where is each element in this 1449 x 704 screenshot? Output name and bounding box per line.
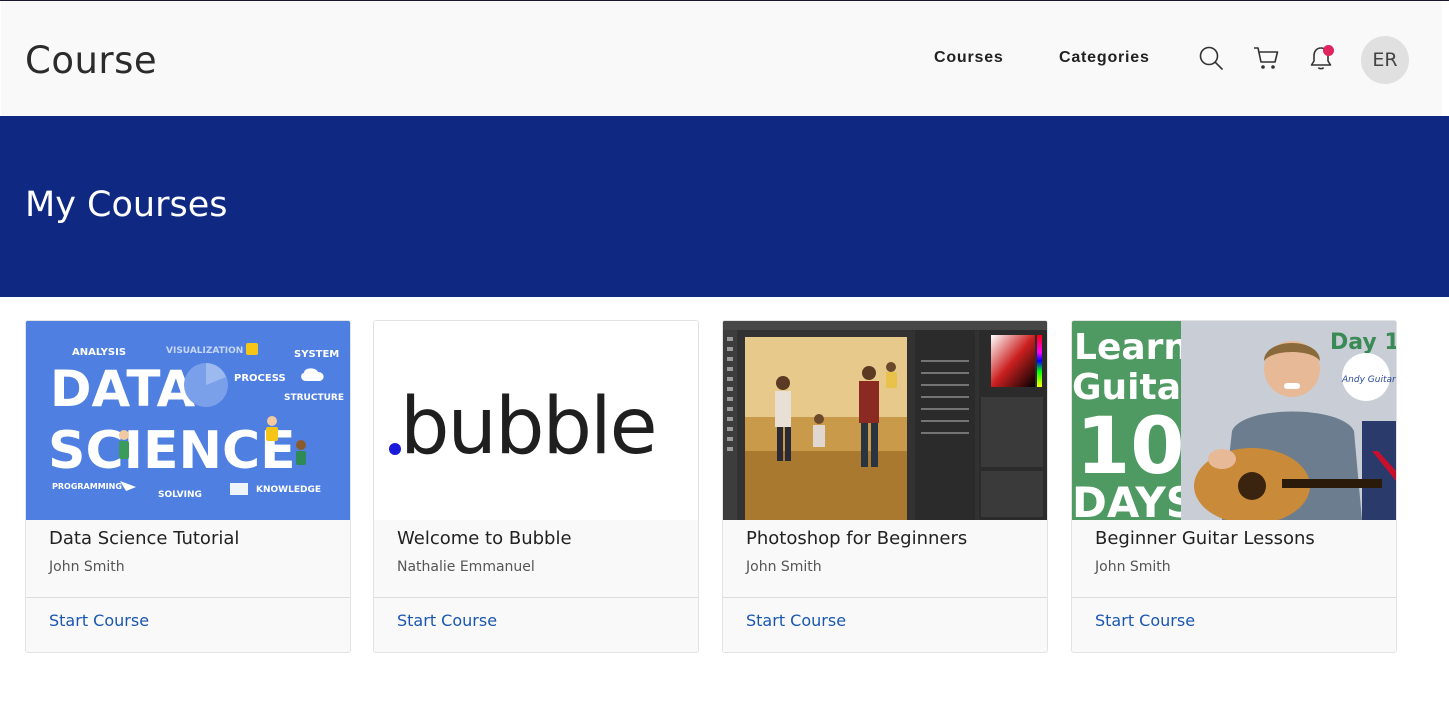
tag-analysis: ANALYSIS xyxy=(72,347,126,358)
tag-system: SYSTEM xyxy=(294,349,339,360)
nav-categories[interactable]: Categories xyxy=(1059,49,1150,67)
course-card[interactable]: bubble Welcome to Bubble Nathalie Emmanu… xyxy=(373,320,699,653)
tag-visualization: VISUALIZATION xyxy=(166,346,243,356)
page-title: My Courses xyxy=(25,185,228,225)
card-divider xyxy=(374,597,698,598)
data-science-illustration: ANALYSIS VISUALIZATION SYSTEM PROCESS ST… xyxy=(26,321,350,520)
thumb-headline-1: DATA xyxy=(50,360,196,418)
nav-courses[interactable]: Courses xyxy=(934,49,1004,67)
page-banner: My Courses xyxy=(0,116,1449,297)
card-divider xyxy=(1072,597,1396,598)
course-thumbnail[interactable]: Learn Guitar 10 DAYS Day 1 Andy Guitar xyxy=(1072,321,1396,520)
bubble-wordmark: bubble xyxy=(400,382,656,472)
cart-icon[interactable] xyxy=(1253,45,1279,71)
course-title[interactable]: Welcome to Bubble xyxy=(397,528,572,549)
bubble-logo: bubble xyxy=(374,321,698,520)
search-icon[interactable] xyxy=(1198,45,1224,71)
course-author: John Smith xyxy=(746,559,822,575)
thumb-line-days: DAYS xyxy=(1072,478,1196,520)
card-divider xyxy=(723,597,1047,598)
start-course-button[interactable]: Start Course xyxy=(397,611,497,630)
brand-logo[interactable]: Course xyxy=(25,39,157,82)
course-title[interactable]: Data Science Tutorial xyxy=(49,528,239,549)
photoshop-screenshot xyxy=(723,321,1047,520)
start-course-button[interactable]: Start Course xyxy=(1095,611,1195,630)
course-author: John Smith xyxy=(49,559,125,575)
course-title[interactable]: Photoshop for Beginners xyxy=(746,528,967,549)
course-card[interactable]: Learn Guitar 10 DAYS Day 1 Andy Guitar B… xyxy=(1071,320,1397,653)
course-author: John Smith xyxy=(1095,559,1171,575)
course-author: Nathalie Emmanuel xyxy=(397,559,535,575)
tag-process: PROCESS xyxy=(234,373,286,384)
andy-guitar-logo: Andy Guitar xyxy=(1341,375,1396,385)
start-course-button[interactable]: Start Course xyxy=(746,611,846,630)
notification-badge xyxy=(1323,45,1334,56)
course-thumbnail[interactable] xyxy=(723,321,1047,520)
avatar[interactable]: ER xyxy=(1361,36,1409,84)
course-thumbnail[interactable]: ANALYSIS VISUALIZATION SYSTEM PROCESS ST… xyxy=(26,321,350,520)
tag-knowledge: KNOWLEDGE xyxy=(256,485,321,495)
tag-programming: PROGRAMMING xyxy=(52,482,122,491)
card-divider xyxy=(26,597,350,598)
guitar-thumbnail: Learn Guitar 10 DAYS Day 1 Andy Guitar xyxy=(1072,321,1396,520)
course-card[interactable]: Photoshop for Beginners John Smith Start… xyxy=(722,320,1048,653)
thumb-headline-2: SCIENCE xyxy=(48,421,296,481)
tag-solving: SOLVING xyxy=(158,490,202,500)
course-title[interactable]: Beginner Guitar Lessons xyxy=(1095,528,1315,549)
course-card[interactable]: ANALYSIS VISUALIZATION SYSTEM PROCESS ST… xyxy=(25,320,351,653)
course-thumbnail[interactable]: bubble xyxy=(374,321,698,520)
tag-structure: STRUCTURE xyxy=(284,393,344,403)
thumb-line-learn: Learn xyxy=(1074,327,1189,368)
day-badge: Day 1 xyxy=(1330,330,1396,355)
start-course-button[interactable]: Start Course xyxy=(49,611,149,630)
top-navbar: Course Courses Categories ER xyxy=(1,1,1442,116)
